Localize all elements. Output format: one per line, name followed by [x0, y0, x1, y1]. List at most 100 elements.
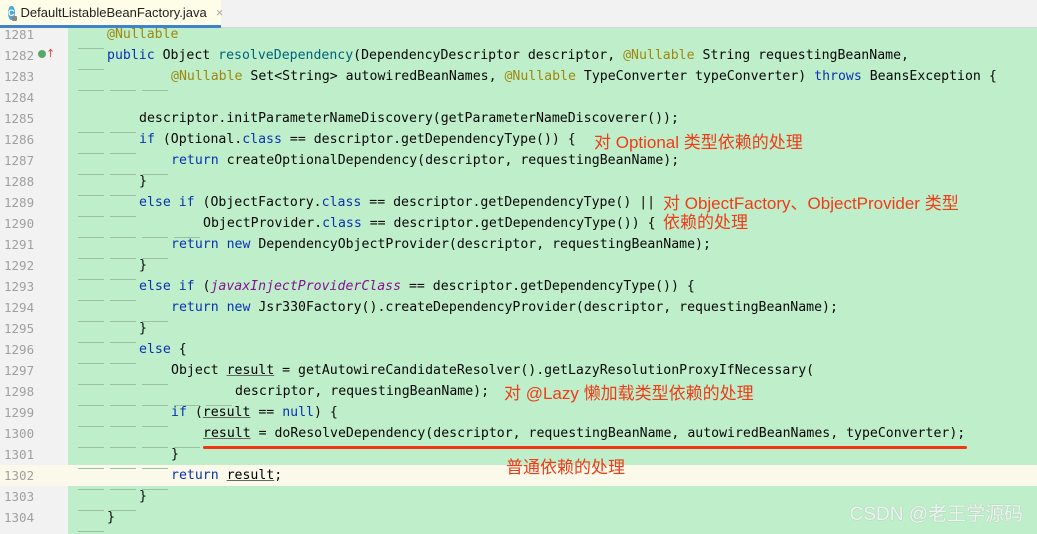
code-token: descriptor, requestingBeanName);	[235, 384, 490, 399]
code-token: return new	[171, 300, 251, 315]
line-number[interactable]: 1295	[4, 318, 34, 339]
java-class-icon: C	[8, 5, 16, 21]
code-token: Object	[171, 363, 227, 378]
code-token: return	[171, 468, 219, 483]
code-line: if (result == null) {	[75, 402, 338, 427]
code-token: }	[139, 258, 147, 273]
line-number[interactable]: 1296	[4, 339, 34, 360]
line-number[interactable]: 1286	[4, 129, 34, 150]
code-token: Jsr330Factory().createDependencyProvider…	[250, 300, 838, 315]
annotation-lazy: 对 @Lazy 懒加载类型依赖的处理	[504, 384, 754, 403]
code-line: result = doResolveDependency(descriptor,…	[75, 423, 965, 448]
code-line: if (Optional.class == descriptor.getDepe…	[75, 129, 576, 154]
line-number[interactable]: 1283	[4, 66, 34, 87]
red-underline-marker	[203, 446, 967, 449]
code-token: (	[194, 279, 211, 294]
code-token: class	[242, 132, 282, 147]
line-number[interactable]: 1291	[4, 234, 34, 255]
line-number[interactable]: 1287	[4, 150, 34, 171]
line-number[interactable]: 1285	[4, 108, 34, 129]
code-token: null	[282, 405, 314, 420]
code-line: else if (javaxInjectProviderClass == des…	[75, 276, 695, 301]
code-token: return new	[171, 237, 251, 252]
code-token: = getAutowireCandidateResolver().getLazy…	[274, 363, 815, 378]
line-number[interactable]: 1293	[4, 276, 34, 297]
annotation-optional: 对 Optional 类型依赖的处理	[594, 133, 803, 152]
code-token: else if	[139, 195, 195, 210]
code-token: DependencyObjectProvider(descriptor, req…	[250, 237, 711, 252]
annotation-object-factory-line2: 依赖的处理	[663, 213, 748, 232]
code-token: ) {	[313, 405, 338, 420]
code-token: @Nullable	[107, 27, 179, 42]
line-number[interactable]: 1303	[4, 486, 34, 507]
line-number[interactable]: 1281	[4, 24, 34, 45]
code-token: if	[139, 132, 155, 147]
code-token: (DependencyDescriptor descriptor,	[353, 48, 624, 63]
code-token: return	[171, 153, 219, 168]
code-token: TypeConverter typeConverter)	[575, 69, 815, 84]
line-number[interactable]: 1292	[4, 255, 34, 276]
code-line: return new DependencyObjectProvider(desc…	[75, 234, 711, 259]
code-token: else if	[139, 279, 195, 294]
code-token: == descriptor.getDependencyType()) {	[361, 216, 656, 231]
code-line: ObjectProvider.class == descriptor.getDe…	[75, 213, 656, 238]
code-token: == descriptor.getDependencyType()) {	[401, 279, 695, 294]
tab-filename: DefaultListableBeanFactory.java	[20, 5, 207, 20]
code-token: }	[139, 174, 147, 189]
line-number[interactable]: 1302	[4, 465, 34, 486]
line-number[interactable]: 1288	[4, 171, 34, 192]
code-line: }	[75, 171, 147, 196]
code-token: descriptor.initParameterNameDiscovery(ge…	[139, 111, 679, 126]
code-token: {	[170, 342, 187, 357]
code-line: return new Jsr330Factory().createDepende…	[75, 297, 838, 322]
code-token: ObjectProvider.	[203, 216, 323, 231]
line-number[interactable]: 1289	[4, 192, 34, 213]
code-token: (ObjectFactory.	[194, 195, 322, 210]
code-line: Object result = getAutowireCandidateReso…	[75, 360, 815, 385]
code-line: @Nullable	[75, 24, 179, 49]
code-token: @Nullable	[171, 69, 243, 84]
code-line: else {	[75, 339, 187, 364]
code-token: result	[226, 363, 275, 378]
code-line: public Object resolveDependency(Dependen…	[75, 45, 909, 70]
code-token: Object	[154, 48, 219, 63]
code-line: return result;	[75, 465, 283, 490]
code-token: javaxInjectProviderClass	[210, 279, 402, 294]
override-marker-icon[interactable]	[38, 50, 46, 58]
watermark: CSDN @老王学源码	[849, 504, 1023, 525]
code-token: public	[107, 48, 155, 63]
code-token: createOptionalDependency(descriptor, req…	[218, 153, 680, 168]
code-token: (Optional.	[154, 132, 243, 147]
line-number[interactable]: 1297	[4, 360, 34, 381]
code-token: class	[321, 195, 362, 210]
code-token: }	[139, 321, 147, 336]
line-number[interactable]: 1284	[4, 87, 34, 108]
code-line: else if (ObjectFactory.class == descript…	[75, 192, 655, 217]
code-line: descriptor, requestingBeanName);	[75, 381, 490, 406]
line-number[interactable]: 1301	[4, 444, 34, 465]
line-number[interactable]: 1299	[4, 402, 34, 423]
code-token: resolveDependency	[218, 48, 354, 63]
code-token: }	[107, 510, 115, 525]
code-token: }	[139, 489, 147, 504]
code-token: ==	[250, 405, 283, 420]
implements-arrow-icon[interactable]: ↑	[46, 47, 55, 60]
line-number[interactable]: 1294	[4, 297, 34, 318]
code-line: return createOptionalDependency(descript…	[75, 150, 680, 175]
code-token: Set<String> autowiredBeanNames,	[242, 69, 505, 84]
code-line: }	[75, 444, 179, 469]
line-number[interactable]: 1304	[4, 507, 34, 528]
code-token: result	[202, 405, 251, 420]
code-token: result	[203, 426, 251, 441]
code-token: (	[186, 405, 203, 420]
code-token: ;	[274, 468, 283, 483]
code-token: @Nullable	[623, 48, 695, 63]
close-icon[interactable]: ×	[216, 5, 224, 20]
line-number[interactable]: 1290	[4, 213, 34, 234]
code-token: throws	[814, 69, 862, 84]
line-number[interactable]: 1300	[4, 423, 34, 444]
code-line: }	[75, 486, 147, 511]
line-number[interactable]: 1298	[4, 381, 34, 402]
line-number[interactable]: 1282	[4, 45, 34, 66]
